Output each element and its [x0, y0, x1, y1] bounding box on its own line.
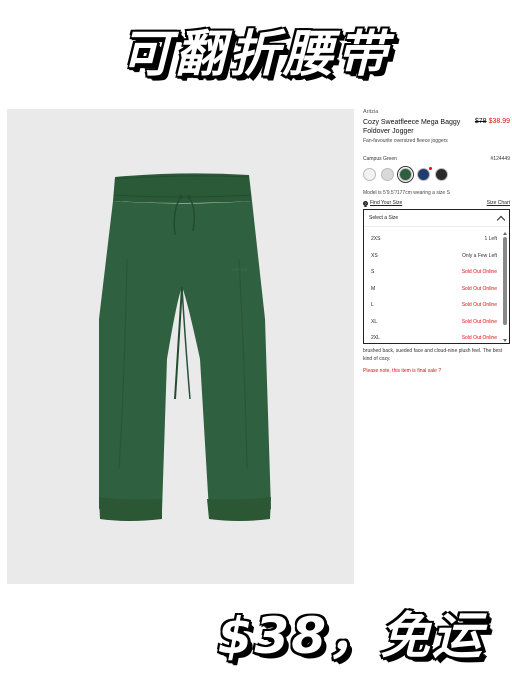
find-your-size-label: Find Your Size	[370, 200, 403, 206]
color-swatch[interactable]	[381, 168, 394, 181]
product-title: Cozy Sweatfleece Mega Baggy Foldover Jog…	[363, 119, 461, 135]
color-swatch[interactable]	[363, 168, 376, 181]
help-icon: ?	[363, 200, 368, 206]
garment-logo-text: ARITZIA	[232, 267, 248, 272]
scroll-down-arrow-icon[interactable]	[503, 339, 507, 342]
size-dropdown-placeholder: Select a Size	[369, 215, 399, 221]
size-option-label: L	[371, 302, 374, 309]
sale-price: $38.99	[488, 118, 510, 125]
color-swatches	[363, 167, 510, 181]
size-option-label: 2XL	[371, 335, 380, 342]
find-your-size-link[interactable]: ? Find Your Size	[363, 200, 402, 206]
title-row: Cozy Sweatfleece Mega Baggy Foldover Jog…	[363, 118, 510, 136]
size-chart-link[interactable]: Size Chart	[487, 200, 510, 206]
size-options-list: 2XS 1 Left XS Only a Few Left S Sold Out Onli…	[364, 231, 504, 343]
item-number: #124449	[490, 156, 510, 162]
size-option-status: 1 Left	[484, 236, 497, 243]
final-sale-text: Please note, this item is final sale	[363, 368, 437, 374]
size-option-label: XS	[371, 252, 378, 259]
chevron-up-icon[interactable]	[496, 215, 506, 224]
scroll-up-arrow-icon[interactable]	[503, 232, 507, 235]
size-option-label: 2XS	[371, 236, 381, 243]
size-dropdown-header[interactable]: Select a Size	[364, 210, 509, 227]
headline-banner: 可翻折腰带	[121, 25, 391, 83]
size-option-status: Sold Out Online	[461, 269, 497, 276]
size-dropdown[interactable]: Select a Size 2XS 1 Left XS Only a Few Left…	[363, 209, 510, 344]
price-block: $78 $38.99	[475, 118, 510, 136]
model-size-note: Model is 5'9.5"/177cm wearing a size S	[363, 190, 450, 196]
size-option-status: Sold Out Online	[461, 285, 497, 292]
size-option[interactable]: L Sold Out Online	[364, 297, 504, 314]
size-option-status: Sold Out Online	[461, 302, 497, 309]
size-option[interactable]: 2XS 1 Left	[364, 231, 504, 248]
size-option-label: M	[371, 285, 376, 292]
size-option[interactable]: M Sold Out Online	[364, 281, 504, 298]
size-option-label: S	[371, 269, 375, 276]
jogger-illustration: ARITZIA	[99, 173, 271, 521]
brand-name: Aritzia	[363, 109, 379, 115]
size-option[interactable]: XL Sold Out Online	[364, 314, 504, 331]
size-option-label: XL	[371, 318, 378, 325]
final-sale-note: Please note, this item is final sale ?	[363, 368, 510, 374]
selected-color-name: Campus Green	[363, 156, 397, 162]
fit-links-row: ? Find Your Size Size Chart	[363, 200, 510, 206]
size-list-scrollbar[interactable]	[503, 232, 507, 342]
color-swatch[interactable]	[399, 168, 412, 181]
color-row: Campus Green #124449	[363, 156, 510, 162]
low-stock-dot-icon	[429, 167, 432, 170]
product-tagline: Fan-favourite oversized fleece joggers	[363, 138, 448, 144]
scrollbar-thumb[interactable]	[503, 237, 507, 325]
size-option-status: Only a Few Left	[461, 252, 497, 259]
color-swatch[interactable]	[435, 168, 448, 181]
color-swatch[interactable]	[417, 167, 432, 181]
price-banner: $38，免运	[217, 607, 484, 665]
product-photo: ARITZIA	[7, 109, 354, 584]
original-price: $78	[474, 118, 487, 125]
product-description: brushed back, sueded face and cloud-nine…	[363, 348, 503, 362]
size-option-status: Sold Out Online	[461, 335, 497, 342]
size-option[interactable]: S Sold Out Online	[364, 264, 504, 281]
product-info-panel: Aritzia Cozy Sweatfleece Mega Baggy Fold…	[363, 109, 510, 374]
question-icon[interactable]: ?	[438, 368, 441, 374]
size-option[interactable]: 2XL Sold Out Online	[364, 330, 504, 343]
size-option-status: Sold Out Online	[461, 318, 497, 325]
size-option[interactable]: XS Only a Few Left	[364, 248, 504, 265]
